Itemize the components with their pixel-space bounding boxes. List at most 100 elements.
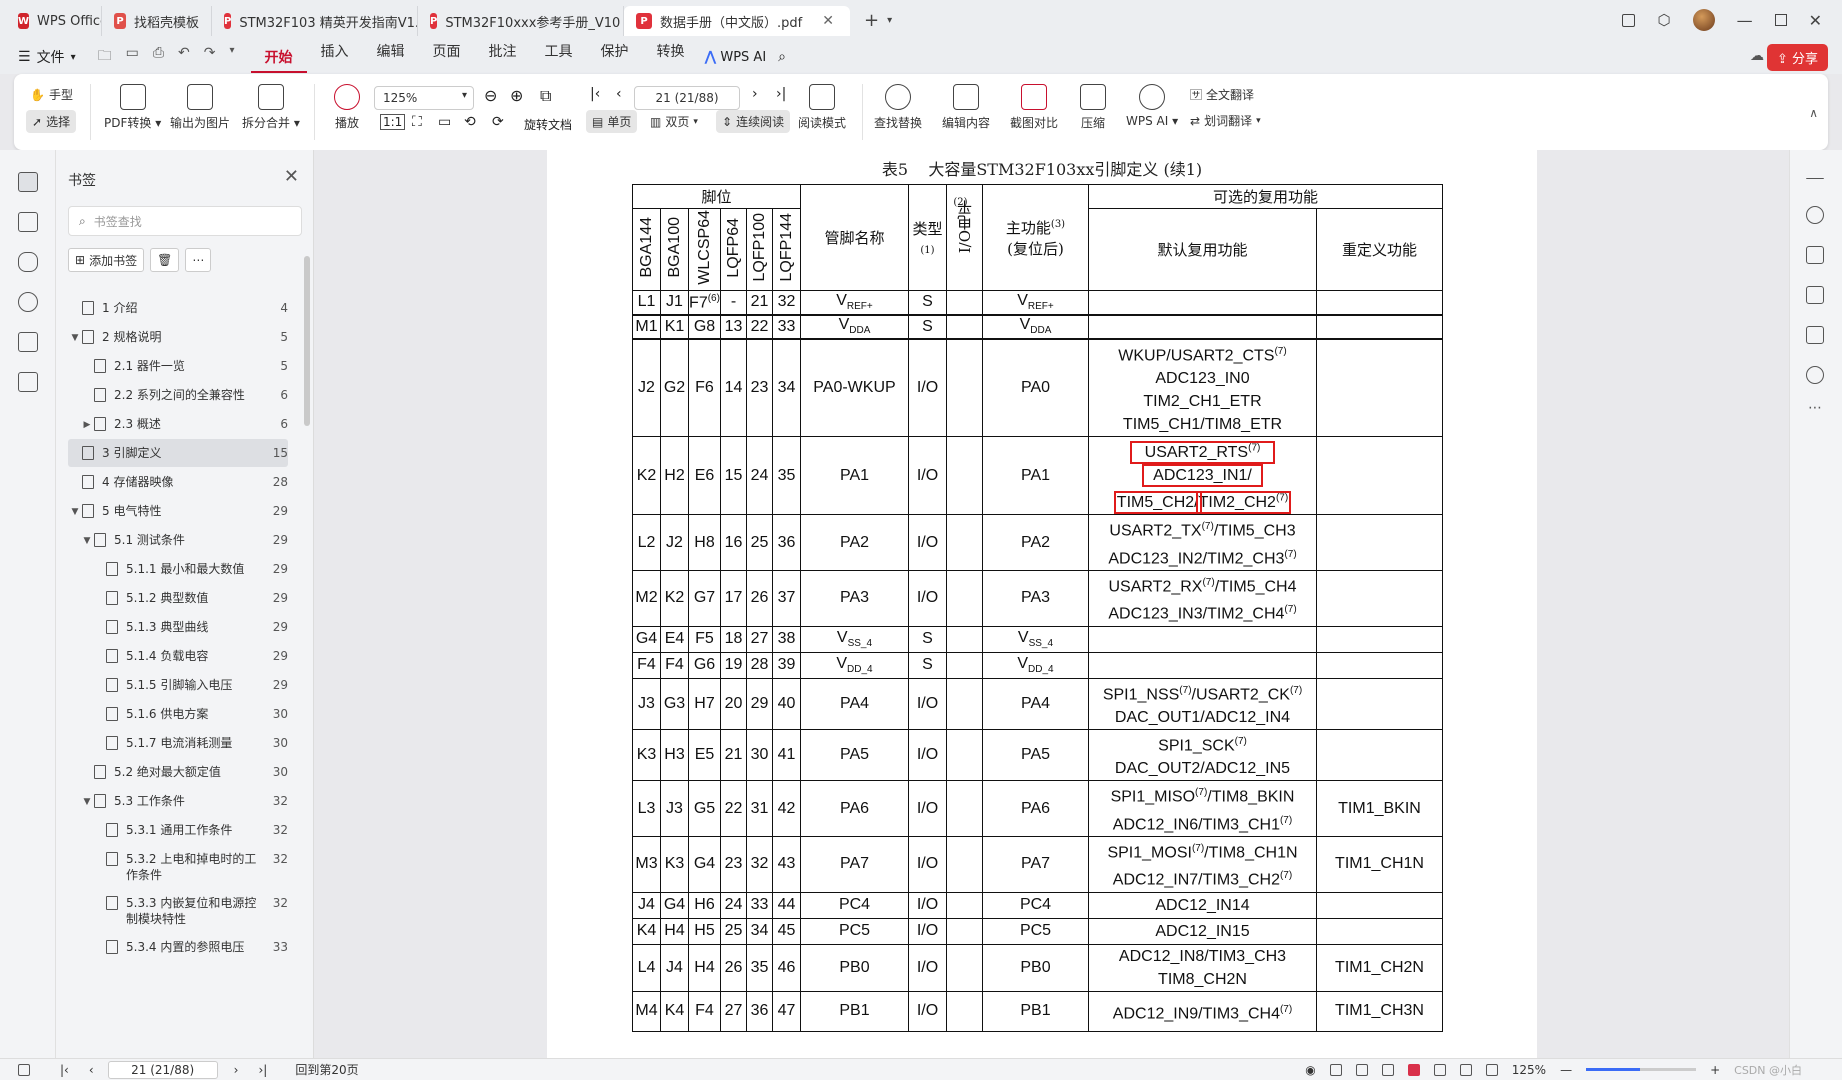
close-icon[interactable]: ✕ xyxy=(1809,11,1822,30)
share-button[interactable]: ⇪ 分享 xyxy=(1766,44,1828,71)
rotate-document-label[interactable]: 旋转文档 xyxy=(524,116,572,133)
eye-icon[interactable]: ◉ xyxy=(1305,1063,1315,1077)
book-side-icon[interactable] xyxy=(1806,326,1824,344)
more-chevron-icon[interactable]: ▾ xyxy=(230,45,235,69)
bookmark-item[interactable]: 5.3.2 上电和掉电时的工作条件 32 xyxy=(68,845,288,889)
avatar[interactable] xyxy=(1692,9,1715,31)
menu-1[interactable]: 插入 xyxy=(307,41,363,73)
fit-page-icon[interactable]: ⧉ xyxy=(540,86,551,106)
page-number-input[interactable]: 21 (21/88) xyxy=(634,86,740,110)
bookmark-item[interactable]: 3 引脚定义 15 xyxy=(68,439,288,467)
bookmark-item[interactable]: ▶ 2.3 概述 6 xyxy=(68,410,288,438)
expand-toggle-icon[interactable]: ▼ xyxy=(80,532,94,549)
menu-2[interactable]: 编辑 xyxy=(363,41,419,73)
status-page-input[interactable]: 21 (21/88) xyxy=(107,1060,218,1079)
bookmark-item[interactable]: 2.2 系列之间的全兼容性 6 xyxy=(68,381,288,409)
collapse-ribbon-icon[interactable]: ∧ xyxy=(1809,106,1818,120)
wps-ai-ribbon-button[interactable]: WPS AI ▾ xyxy=(1126,84,1178,128)
menu-4[interactable]: 批注 xyxy=(475,41,531,73)
bookmark-item[interactable]: ▼ 5.3 工作条件 32 xyxy=(68,787,288,815)
bookmark-item[interactable]: 5.1.2 典型数值 29 xyxy=(68,584,288,612)
back-to-page-link[interactable]: 回到第20页 xyxy=(295,1061,358,1078)
undo-icon[interactable]: ↶ xyxy=(178,45,190,69)
continuous-read-button[interactable]: ⇕ 连续阅读 xyxy=(716,110,791,133)
cube-icon[interactable]: ⬡ xyxy=(1657,11,1670,29)
menu-0[interactable]: 开始 xyxy=(250,47,307,73)
actual-size-icon[interactable]: 1:1 xyxy=(380,114,406,130)
bookmark-item[interactable]: 5.1.1 最小和最大数值 29 xyxy=(68,555,288,583)
menu-7[interactable]: 转换 xyxy=(643,41,699,73)
bookmark-item[interactable]: 5.2 绝对最大额定值 30 xyxy=(68,758,288,786)
close-icon[interactable]: ✕ xyxy=(284,166,299,187)
bookmark-item[interactable]: 4 存储器映像 28 xyxy=(68,468,288,496)
find-replace-button[interactable]: 查找替换 xyxy=(874,84,922,131)
expand-toggle-icon[interactable]: ▼ xyxy=(80,793,94,810)
last-page-icon[interactable]: ›| xyxy=(776,86,786,102)
redo-icon[interactable]: ↷ xyxy=(204,45,216,69)
zoom-slider[interactable] xyxy=(1586,1068,1697,1071)
expand-toggle-icon[interactable]: ▼ xyxy=(68,329,82,346)
bookmark-item[interactable]: ▼ 5.1 测试条件 29 xyxy=(68,526,288,554)
fit-icon[interactable] xyxy=(1329,1063,1342,1076)
close-tab-icon[interactable]: ✕ xyxy=(822,13,834,29)
prev-page-icon[interactable]: ‹ xyxy=(616,86,622,102)
full-translate-button[interactable]: 🈂 全文翻译 xyxy=(1190,86,1254,103)
bookmark-item[interactable]: 1 介绍 4 xyxy=(68,294,288,322)
tab-1[interactable]: P 找稻壳模板 xyxy=(102,6,212,36)
tab-list-chevron-icon[interactable]: ▾ xyxy=(887,15,892,26)
bookmark-panel-icon[interactable] xyxy=(18,172,38,192)
export-image-button[interactable]: 输出为图片 xyxy=(170,84,230,131)
layers-icon[interactable] xyxy=(18,372,38,392)
expand-toggle-icon[interactable]: ▼ xyxy=(68,503,82,520)
translate-side-icon[interactable] xyxy=(1806,246,1824,264)
rotate-right-icon[interactable]: ⟳ xyxy=(492,114,504,130)
comment-icon[interactable] xyxy=(18,252,38,272)
search-icon[interactable] xyxy=(1806,206,1824,224)
menu-3[interactable]: 页面 xyxy=(419,41,475,73)
grid-view-icon[interactable] xyxy=(1433,1063,1446,1076)
bookmark-item[interactable]: 5.1.3 典型曲线 29 xyxy=(68,613,288,641)
more-options-button[interactable]: ⋯ xyxy=(185,248,212,272)
word-translate-button[interactable]: ⇄ 划词翻译 ▾ xyxy=(1190,112,1261,129)
fullscreen-icon[interactable] xyxy=(1459,1063,1472,1076)
minus-icon[interactable] xyxy=(1806,178,1824,180)
bookmark-item[interactable]: 5.3.3 内嵌复位和电源控制模块特性 32 xyxy=(68,889,288,933)
cloud-sync-icon[interactable]: ☁ xyxy=(1750,48,1764,64)
minimize-icon[interactable]: — xyxy=(1737,11,1753,30)
zoom-in-icon[interactable]: ⊕ xyxy=(510,86,523,105)
tab-3[interactable]: P STM32F10xxx参考手册_V10（中文版 xyxy=(418,6,624,36)
bookmark-item[interactable]: 5.3.4 内置的参照电压 33 xyxy=(68,933,288,961)
more-icon[interactable]: ⋯ xyxy=(1808,400,1822,416)
maximize-icon[interactable] xyxy=(1774,14,1787,26)
window-restore-icon[interactable] xyxy=(1622,13,1636,27)
bookmark-search-input[interactable]: ⌕ 书签查找 xyxy=(68,206,302,236)
bookmark-item[interactable]: 5.1.6 供电方案 30 xyxy=(68,700,288,728)
bookmark-item[interactable]: ▼ 2 规格说明 5 xyxy=(68,323,288,351)
fit-height-icon[interactable]: ▭ xyxy=(438,114,451,130)
pdf-convert-button[interactable]: PDF转换 ▾ xyxy=(104,84,161,131)
first-page-icon[interactable]: |‹ xyxy=(60,1063,69,1077)
signature-icon[interactable] xyxy=(18,332,38,352)
prev-page-icon[interactable]: ‹ xyxy=(89,1063,94,1077)
screenshot-compare-button[interactable]: 截图对比 xyxy=(1010,84,1058,131)
next-page-icon[interactable]: › xyxy=(752,86,758,102)
status-zoom-value[interactable]: 125% xyxy=(1512,1063,1546,1077)
zoom-out-icon[interactable]: — xyxy=(1560,1063,1572,1077)
double-view-icon[interactable] xyxy=(1381,1063,1394,1076)
menu-5[interactable]: 工具 xyxy=(531,41,587,73)
bookmark-item[interactable]: 5.1.7 电流消耗测量 30 xyxy=(68,729,288,757)
play-button[interactable]: 播放 xyxy=(334,84,360,131)
new-tab-button[interactable]: + xyxy=(864,10,879,31)
split-merge-button[interactable]: 拆分合并 ▾ xyxy=(242,84,300,131)
zoom-out-icon[interactable]: ⊖ xyxy=(484,86,497,105)
expand-toggle-icon[interactable]: ▶ xyxy=(80,416,94,433)
tab-4[interactable]: P 数据手册（中文版）.pdf ✕ xyxy=(624,6,850,36)
double-page-button[interactable]: ▥ 双页 ▾ xyxy=(650,113,698,130)
hand-tool-button[interactable]: ✋ 手型 xyxy=(30,86,73,103)
sidebar-toggle-icon[interactable] xyxy=(18,1063,30,1076)
single-view-icon[interactable] xyxy=(1355,1063,1368,1076)
compress-button[interactable]: 压缩 xyxy=(1080,84,1106,131)
open-folder-icon[interactable]: 🗀 xyxy=(98,45,112,69)
zoom-select[interactable]: 125% ▾ xyxy=(374,86,474,110)
first-page-icon[interactable]: |‹ xyxy=(590,86,600,102)
